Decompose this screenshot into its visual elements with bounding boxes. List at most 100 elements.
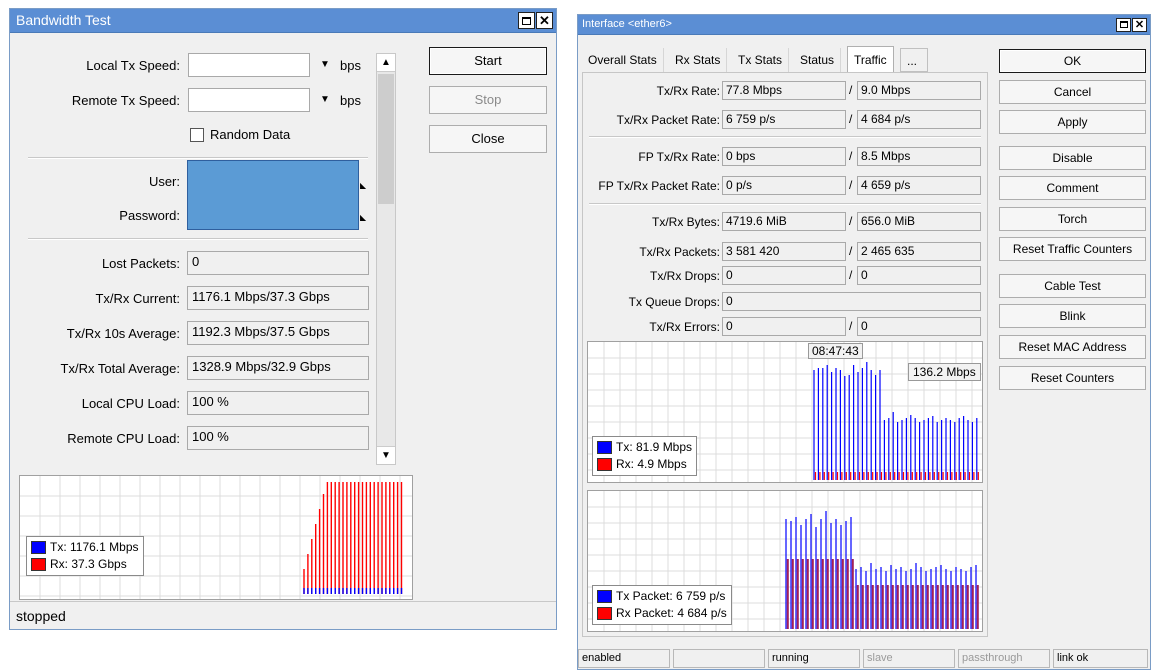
maximize-icon[interactable]: [1116, 18, 1131, 32]
tx-errors-value: 0: [722, 317, 846, 336]
tab-status[interactable]: Status: [794, 48, 842, 72]
torch-button[interactable]: Torch: [999, 207, 1146, 231]
tx-rx-errors-label: Tx/Rx Errors:: [649, 320, 720, 334]
local-tx-speed-label: Local Tx Speed:: [86, 58, 180, 73]
local-tx-speed-input[interactable]: [188, 53, 310, 77]
tx-bytes-value: 4719.6 MiB: [722, 212, 846, 231]
tx-queue-drops-value: 0: [722, 292, 981, 311]
start-button[interactable]: Start: [429, 47, 547, 75]
slash: /: [849, 112, 853, 126]
disable-button[interactable]: Disable: [999, 146, 1146, 170]
tx-swatch: [597, 441, 612, 454]
bandwidth-test-window: Bandwidth Test ✕ Local Tx Speed: ▼ bps R…: [9, 8, 557, 630]
rx-swatch: [597, 458, 612, 471]
status-enabled: enabled: [578, 649, 670, 668]
packet-rate-graph: Tx Packet: 6 759 p/s Rx Packet: 4 684 p/…: [587, 490, 983, 632]
tx-rx-bytes-label: Tx/Rx Bytes:: [651, 215, 720, 229]
tx-rx-10s-average-label: Tx/Rx 10s Average:: [66, 326, 180, 341]
rx-packet-rate-value: 4 684 p/s: [857, 110, 981, 129]
tab-rx-stats[interactable]: Rx Stats: [669, 48, 728, 72]
graph-peak-label: 136.2 Mbps: [908, 363, 981, 381]
tx-swatch: [31, 541, 46, 554]
tx-rx-total-average-value: 1328.9 Mbps/32.9 Gbps: [187, 356, 369, 380]
scrollbar-thumb[interactable]: [378, 74, 394, 204]
remote-cpu-load-label: Remote CPU Load:: [67, 431, 180, 446]
slash: /: [849, 268, 853, 282]
slash: /: [849, 244, 853, 258]
password-dropdown-icon[interactable]: ◣: [360, 213, 366, 222]
rx-packet-swatch: [597, 607, 612, 620]
rx-bytes-value: 656.0 MiB: [857, 212, 981, 231]
separator: [589, 203, 981, 205]
ok-button[interactable]: OK: [999, 49, 1146, 73]
fp-rx-rate-value: 8.5 Mbps: [857, 147, 981, 166]
fp-tx-rx-packet-rate-label: FP Tx/Rx Packet Rate:: [598, 179, 720, 193]
tab-overall-stats[interactable]: Overall Stats: [582, 48, 664, 72]
status-bar: stopped: [10, 601, 556, 629]
tx-packet-swatch: [597, 590, 612, 603]
fp-tx-rx-rate-label: FP Tx/Rx Rate:: [638, 150, 720, 164]
separator: [28, 238, 368, 240]
comment-button[interactable]: Comment: [999, 176, 1146, 200]
tx-packets-value: 3 581 420: [722, 242, 846, 261]
close-icon[interactable]: ✕: [1132, 18, 1147, 32]
remote-tx-speed-dropdown-icon[interactable]: ▼: [320, 94, 330, 105]
legend-rx: Rx: 37.3 Gbps: [50, 557, 127, 571]
local-cpu-load-label: Local CPU Load:: [81, 396, 180, 411]
tx-queue-drops-label: Tx Queue Drops:: [628, 295, 720, 309]
vertical-scrollbar[interactable]: ▲ ▼: [376, 53, 396, 465]
tab-strip: Overall Stats Rx Stats Tx Stats Status T…: [582, 46, 988, 73]
window-title: Interface <ether6>: [582, 18, 672, 30]
scroll-down-icon[interactable]: ▼: [377, 446, 395, 464]
tx-rate-value: 77.8 Mbps: [722, 81, 846, 100]
tab-more[interactable]: ...: [900, 48, 928, 72]
rx-swatch: [31, 558, 46, 571]
tx-rx-drops-label: Tx/Rx Drops:: [649, 269, 720, 283]
tx-rx-current-label: Tx/Rx Current:: [95, 291, 180, 306]
legend-tx: Tx: 81.9 Mbps: [616, 440, 693, 454]
tx-rx-packets-label: Tx/Rx Packets:: [639, 245, 720, 259]
interface-titlebar[interactable]: Interface <ether6> ✕: [578, 15, 1150, 35]
fp-tx-rate-value: 0 bps: [722, 147, 846, 166]
cancel-button[interactable]: Cancel: [999, 80, 1146, 104]
remote-tx-speed-input[interactable]: [188, 88, 310, 112]
remote-tx-speed-unit: bps: [340, 93, 361, 108]
tx-rx-current-value: 1176.1 Mbps/37.3 Gbps: [187, 286, 369, 310]
reset-mac-address-button[interactable]: Reset MAC Address: [999, 335, 1146, 359]
cable-test-button[interactable]: Cable Test: [999, 274, 1146, 298]
interface-status-bar: enabled running slave passthrough link o…: [578, 647, 1150, 669]
maximize-icon[interactable]: [518, 12, 535, 29]
slash: /: [849, 178, 853, 192]
close-icon[interactable]: ✕: [536, 12, 553, 29]
tab-tx-stats[interactable]: Tx Stats: [732, 48, 790, 72]
status-link-ok: link ok: [1053, 649, 1148, 668]
status-running: running: [768, 649, 860, 668]
legend-tx: Tx: 1176.1 Mbps: [50, 540, 139, 554]
rx-rate-value: 9.0 Mbps: [857, 81, 981, 100]
lost-packets-value: 0: [187, 251, 369, 275]
bandwidth-test-titlebar[interactable]: Bandwidth Test ✕: [10, 9, 556, 33]
reset-traffic-counters-button[interactable]: Reset Traffic Counters: [999, 237, 1146, 261]
local-tx-speed-dropdown-icon[interactable]: ▼: [320, 59, 330, 70]
reset-counters-button[interactable]: Reset Counters: [999, 366, 1146, 390]
close-button[interactable]: Close: [429, 125, 547, 153]
tx-rx-rate-label: Tx/Rx Rate:: [656, 84, 720, 98]
separator: [28, 157, 368, 159]
traffic-panel: Tx/Rx Rate: 77.8 Mbps / 9.0 Mbps Tx/Rx P…: [582, 72, 988, 637]
credentials-redacted-block[interactable]: [187, 160, 359, 230]
user-dropdown-icon[interactable]: ◣: [360, 181, 366, 190]
traffic-rate-graph: 08:47:43 136.2 Mbps Tx: 81.9 Mbps Rx: 4.…: [587, 341, 983, 483]
rx-drops-value: 0: [857, 266, 981, 285]
remote-tx-speed-label: Remote Tx Speed:: [71, 93, 180, 108]
window-title: Bandwidth Test: [16, 12, 111, 28]
blink-button[interactable]: Blink: [999, 304, 1146, 328]
scroll-up-icon[interactable]: ▲: [377, 54, 395, 72]
stop-button[interactable]: Stop: [429, 86, 547, 114]
tab-traffic[interactable]: Traffic: [847, 46, 894, 73]
apply-button[interactable]: Apply: [999, 110, 1146, 134]
slash: /: [849, 83, 853, 97]
random-data-checkbox[interactable]: [190, 128, 204, 142]
slash: /: [849, 319, 853, 333]
interface-window: Interface <ether6> ✕ Overall Stats Rx St…: [577, 14, 1151, 670]
tx-packet-rate-value: 6 759 p/s: [722, 110, 846, 129]
